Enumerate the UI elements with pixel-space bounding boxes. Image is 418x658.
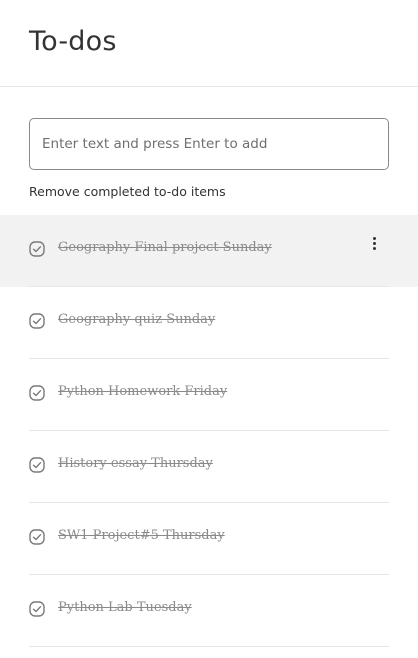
add-todo-field[interactable] [29, 118, 389, 170]
remove-completed-button[interactable]: Remove completed to-do items [29, 184, 226, 199]
todo-item[interactable]: Geography Final project Sunday [0, 215, 418, 287]
check-circle-icon[interactable] [29, 601, 45, 617]
todo-label: Geography Final project Sunday [58, 240, 272, 255]
add-todo-input[interactable] [30, 119, 388, 169]
todo-label: Python Homework Friday [58, 384, 228, 399]
check-circle-icon[interactable] [29, 457, 45, 473]
check-circle-icon[interactable] [29, 385, 45, 401]
todo-item[interactable]: Python Lab Tuesday [0, 575, 418, 647]
page-title: To-dos [29, 26, 117, 57]
check-circle-icon[interactable] [29, 529, 45, 545]
check-circle-icon[interactable] [29, 313, 45, 329]
todo-item[interactable]: Python Homework Friday [0, 359, 418, 431]
todo-label: Python Lab Tuesday [58, 600, 192, 615]
header: To-dos [0, 0, 418, 87]
todo-item[interactable]: History essay Thursday [0, 431, 418, 503]
todo-list: Geography Final project Sunday Geography… [0, 215, 418, 647]
divider [29, 646, 389, 647]
check-circle-icon[interactable] [29, 241, 45, 257]
todo-item[interactable]: Geography quiz Sunday [0, 287, 418, 359]
todo-label: Geography quiz Sunday [58, 312, 216, 327]
more-vertical-icon[interactable] [368, 235, 380, 255]
todo-label: History essay Thursday [58, 456, 213, 471]
todo-item[interactable]: SW1 Project#5 Thursday [0, 503, 418, 575]
todo-label: SW1 Project#5 Thursday [58, 528, 225, 543]
